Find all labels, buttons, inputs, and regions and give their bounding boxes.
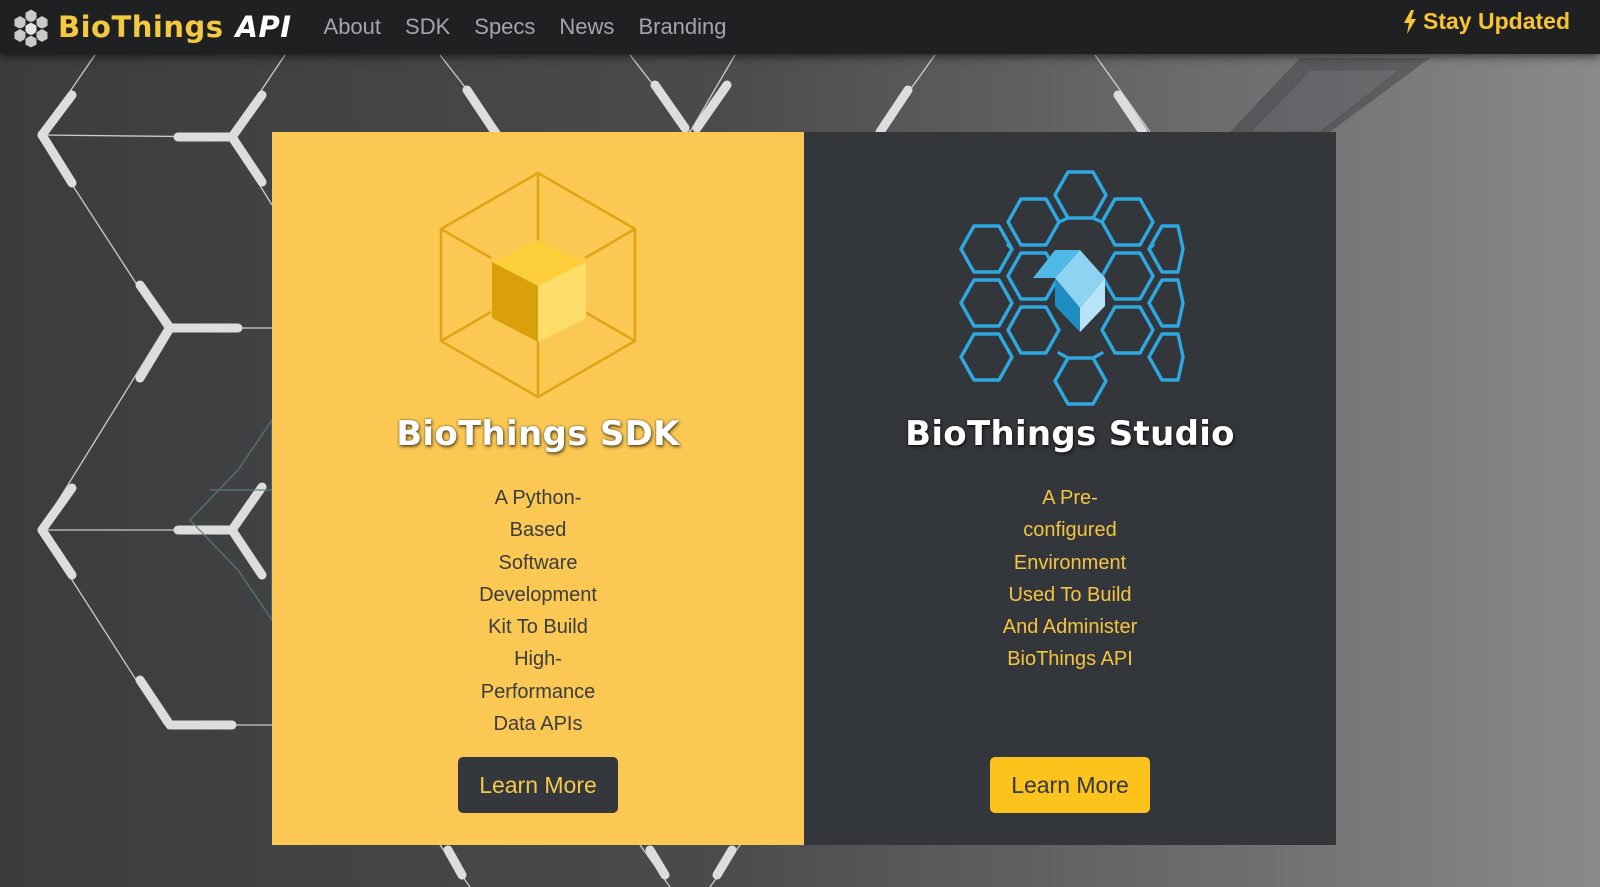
hexagon-network-icon (959, 170, 1185, 406)
top-navbar: BioThings API About SDK Specs News Brandi… (0, 0, 1600, 54)
stay-updated-link[interactable]: Stay Updated (1401, 8, 1570, 35)
hexagon-cluster-logo-icon (13, 8, 49, 48)
brand-home-link[interactable]: BioThings API (10, 0, 292, 54)
lightning-bolt-icon (1404, 9, 1417, 34)
studio-card-description: A Pre-configured Environment Used To Bui… (1002, 487, 1138, 671)
nav-link-branding[interactable]: Branding (638, 14, 726, 40)
sdk-card: BioThings SDK A Python-Based Software De… (272, 132, 804, 845)
sdk-learn-more-button[interactable]: Learn More (458, 757, 618, 813)
wireframe-cube-icon (439, 171, 637, 399)
brand-suffix: API (235, 10, 292, 44)
nav-link-about[interactable]: About (324, 14, 382, 40)
studio-card-title: BioThings Studio (905, 414, 1235, 454)
sdk-card-description: A Python-Based Software Development Kit … (479, 487, 597, 736)
nav-links: About SDK Specs News Branding (324, 14, 751, 40)
stay-updated-label: Stay Updated (1423, 8, 1570, 34)
nav-link-sdk[interactable]: SDK (405, 14, 450, 40)
sdk-card-title: BioThings SDK (396, 414, 680, 454)
nav-link-news[interactable]: News (559, 14, 614, 40)
nav-link-specs[interactable]: Specs (474, 14, 535, 40)
studio-learn-more-button[interactable]: Learn More (990, 757, 1150, 813)
brand-name: BioThings API (58, 10, 292, 44)
studio-card: BioThings Studio A Pre-configured Enviro… (804, 132, 1336, 845)
